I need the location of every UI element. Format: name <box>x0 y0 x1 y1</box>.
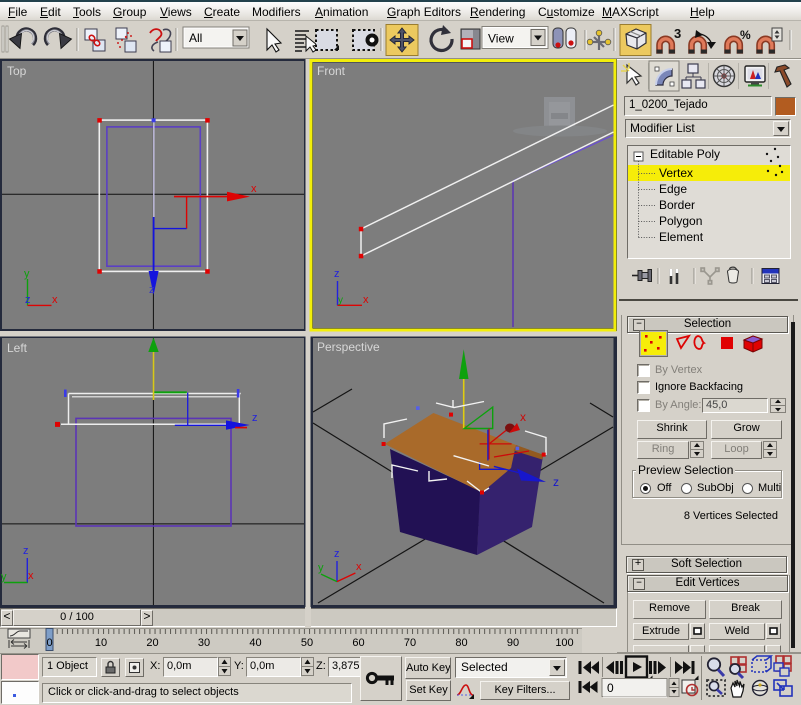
svg-text:x: x <box>520 410 526 424</box>
svg-text:60: 60 <box>352 637 364 649</box>
svg-text:y: y <box>24 268 30 280</box>
svg-text:z: z <box>553 475 559 489</box>
svg-text:Front: Front <box>317 64 346 78</box>
svg-text:y: y <box>1 571 7 583</box>
svg-text:Left: Left <box>7 341 28 355</box>
svg-text:70: 70 <box>404 637 416 649</box>
svg-text:10: 10 <box>95 637 107 649</box>
svg-text:%: % <box>740 28 751 42</box>
svg-text:z: z <box>25 294 31 306</box>
svg-text:100: 100 <box>555 637 573 649</box>
svg-text:x: x <box>356 561 362 573</box>
svg-text:Top: Top <box>7 64 27 78</box>
svg-text:50: 50 <box>301 637 313 649</box>
svg-text:z: z <box>334 548 340 560</box>
svg-text:90: 90 <box>507 637 519 649</box>
svg-text:Perspective: Perspective <box>317 340 380 354</box>
svg-text:20: 20 <box>146 637 158 649</box>
svg-text:0: 0 <box>607 681 614 695</box>
svg-text:z: z <box>23 545 29 557</box>
svg-text:x: x <box>251 183 257 195</box>
svg-text:80: 80 <box>455 637 467 649</box>
svg-text:z: z <box>334 268 340 280</box>
svg-text:x: x <box>52 294 58 306</box>
svg-text:z: z <box>149 284 155 296</box>
svg-text:x: x <box>28 570 34 582</box>
svg-text:All: All <box>189 31 202 45</box>
svg-text:30: 30 <box>198 637 210 649</box>
svg-text:z: z <box>252 412 258 424</box>
svg-text:y: y <box>318 562 324 574</box>
svg-text:40: 40 <box>249 637 261 649</box>
svg-text:3: 3 <box>674 26 681 41</box>
svg-text:x: x <box>363 294 369 306</box>
svg-text:y: y <box>338 295 343 306</box>
svg-text:View: View <box>488 32 514 46</box>
svg-text:0: 0 <box>46 637 52 649</box>
